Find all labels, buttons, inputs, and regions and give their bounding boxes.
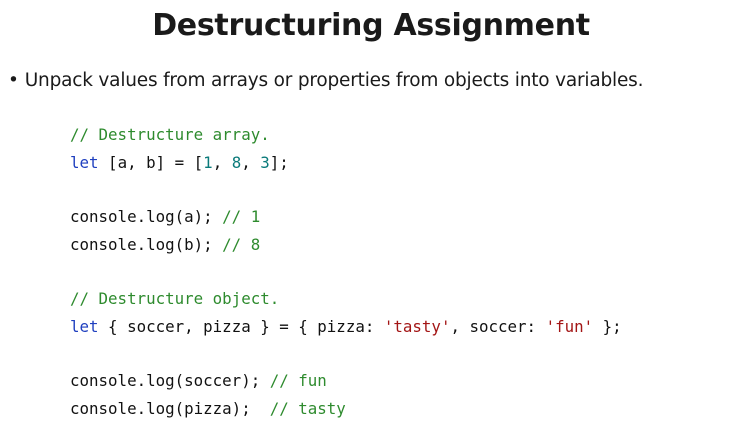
code-token-number: 1 — [203, 153, 213, 172]
code-line: console.log(b); // 8 — [70, 233, 260, 257]
slide-title: Destructuring Assignment — [152, 8, 590, 43]
code-token-plain: console.log(a); — [70, 207, 223, 226]
code-token-comment: // Destructure array. — [70, 125, 270, 144]
code-token-plain: { soccer, pizza } = { pizza: — [98, 317, 384, 336]
code-token-number: 3 — [260, 153, 270, 172]
code-token-comment: // tasty — [269, 399, 346, 418]
code-token-keyword: let — [70, 153, 99, 172]
code-token-plain: console.log(soccer); — [70, 371, 270, 390]
code-token-comment: // 1 — [222, 207, 261, 226]
code-token-plain: ]; — [269, 153, 289, 172]
code-line: let [a, b] = [1, 8, 3]; — [70, 151, 289, 175]
code-token-keyword: let — [70, 317, 99, 336]
code-line: console.log(a); // 1 — [70, 205, 260, 229]
code-token-plain: console.log(pizza); — [70, 399, 270, 418]
code-line: console.log(soccer); // fun — [70, 369, 327, 393]
code-token-string: 'tasty' — [383, 317, 451, 336]
bullet-marker: • — [8, 70, 19, 91]
code-line: let { soccer, pizza } = { pizza: 'tasty'… — [70, 315, 622, 339]
code-token-plain: , — [241, 153, 261, 172]
code-token-string: 'fun' — [545, 317, 594, 336]
code-token-plain: }; — [593, 317, 622, 336]
bullet-item: • Unpack values from arrays or properties… — [8, 68, 643, 94]
slide: Destructuring Assignment • Unpack values … — [0, 0, 742, 447]
code-token-plain: , — [212, 153, 232, 172]
code-line: // Destructure object. — [70, 287, 279, 311]
code-token-plain: console.log(b); — [70, 235, 223, 254]
code-token-plain: , soccer: — [450, 317, 546, 336]
code-token-comment: // fun — [269, 371, 327, 390]
code-token-number: 8 — [231, 153, 242, 172]
code-token-plain: [a, b] = [ — [98, 153, 204, 172]
code-token-comment: // Destructure object. — [70, 289, 280, 308]
code-line: // Destructure array. — [70, 123, 270, 147]
code-line: console.log(pizza); // tasty — [70, 397, 346, 421]
bullet-text: Unpack values from arrays or properties … — [24, 70, 644, 91]
code-token-comment: // 8 — [222, 235, 261, 254]
